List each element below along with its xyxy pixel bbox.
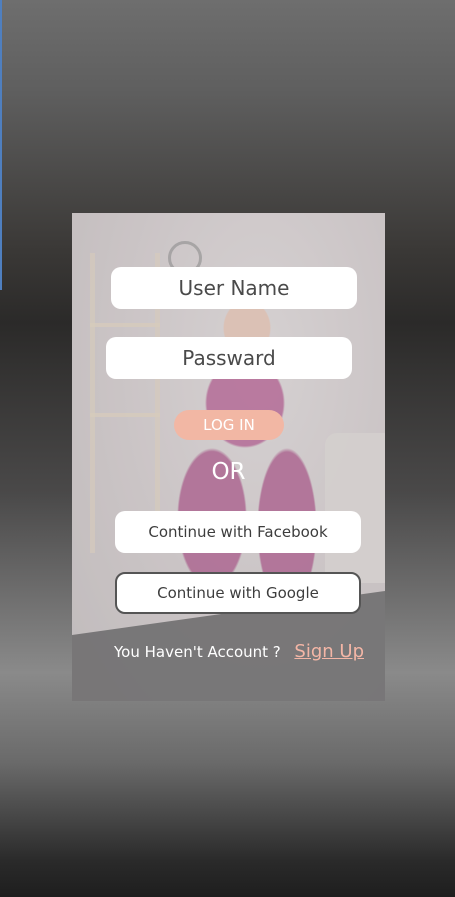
facebook-button-label: Continue with Facebook: [148, 523, 328, 541]
no-account-prompt: You Haven't Account ?: [114, 642, 281, 661]
login-button[interactable]: LOG IN: [174, 410, 284, 440]
signup-footer: You Haven't Account ? Sign Up: [114, 641, 364, 662]
continue-with-facebook-button[interactable]: Continue with Facebook: [115, 511, 361, 553]
username-placeholder: User Name: [178, 276, 290, 300]
password-placeholder: Passward: [182, 346, 276, 370]
login-button-label: LOG IN: [203, 416, 255, 434]
continue-with-google-button[interactable]: Continue with Google: [115, 572, 361, 614]
google-button-label: Continue with Google: [157, 584, 319, 602]
login-card: User Name Passward LOG IN OR Continue wi…: [72, 213, 385, 701]
username-input[interactable]: User Name: [111, 267, 357, 309]
signup-link[interactable]: Sign Up: [294, 641, 364, 662]
or-divider-text: OR: [211, 459, 246, 485]
screen-edge-line: [0, 0, 2, 290]
password-input[interactable]: Passward: [106, 337, 352, 379]
